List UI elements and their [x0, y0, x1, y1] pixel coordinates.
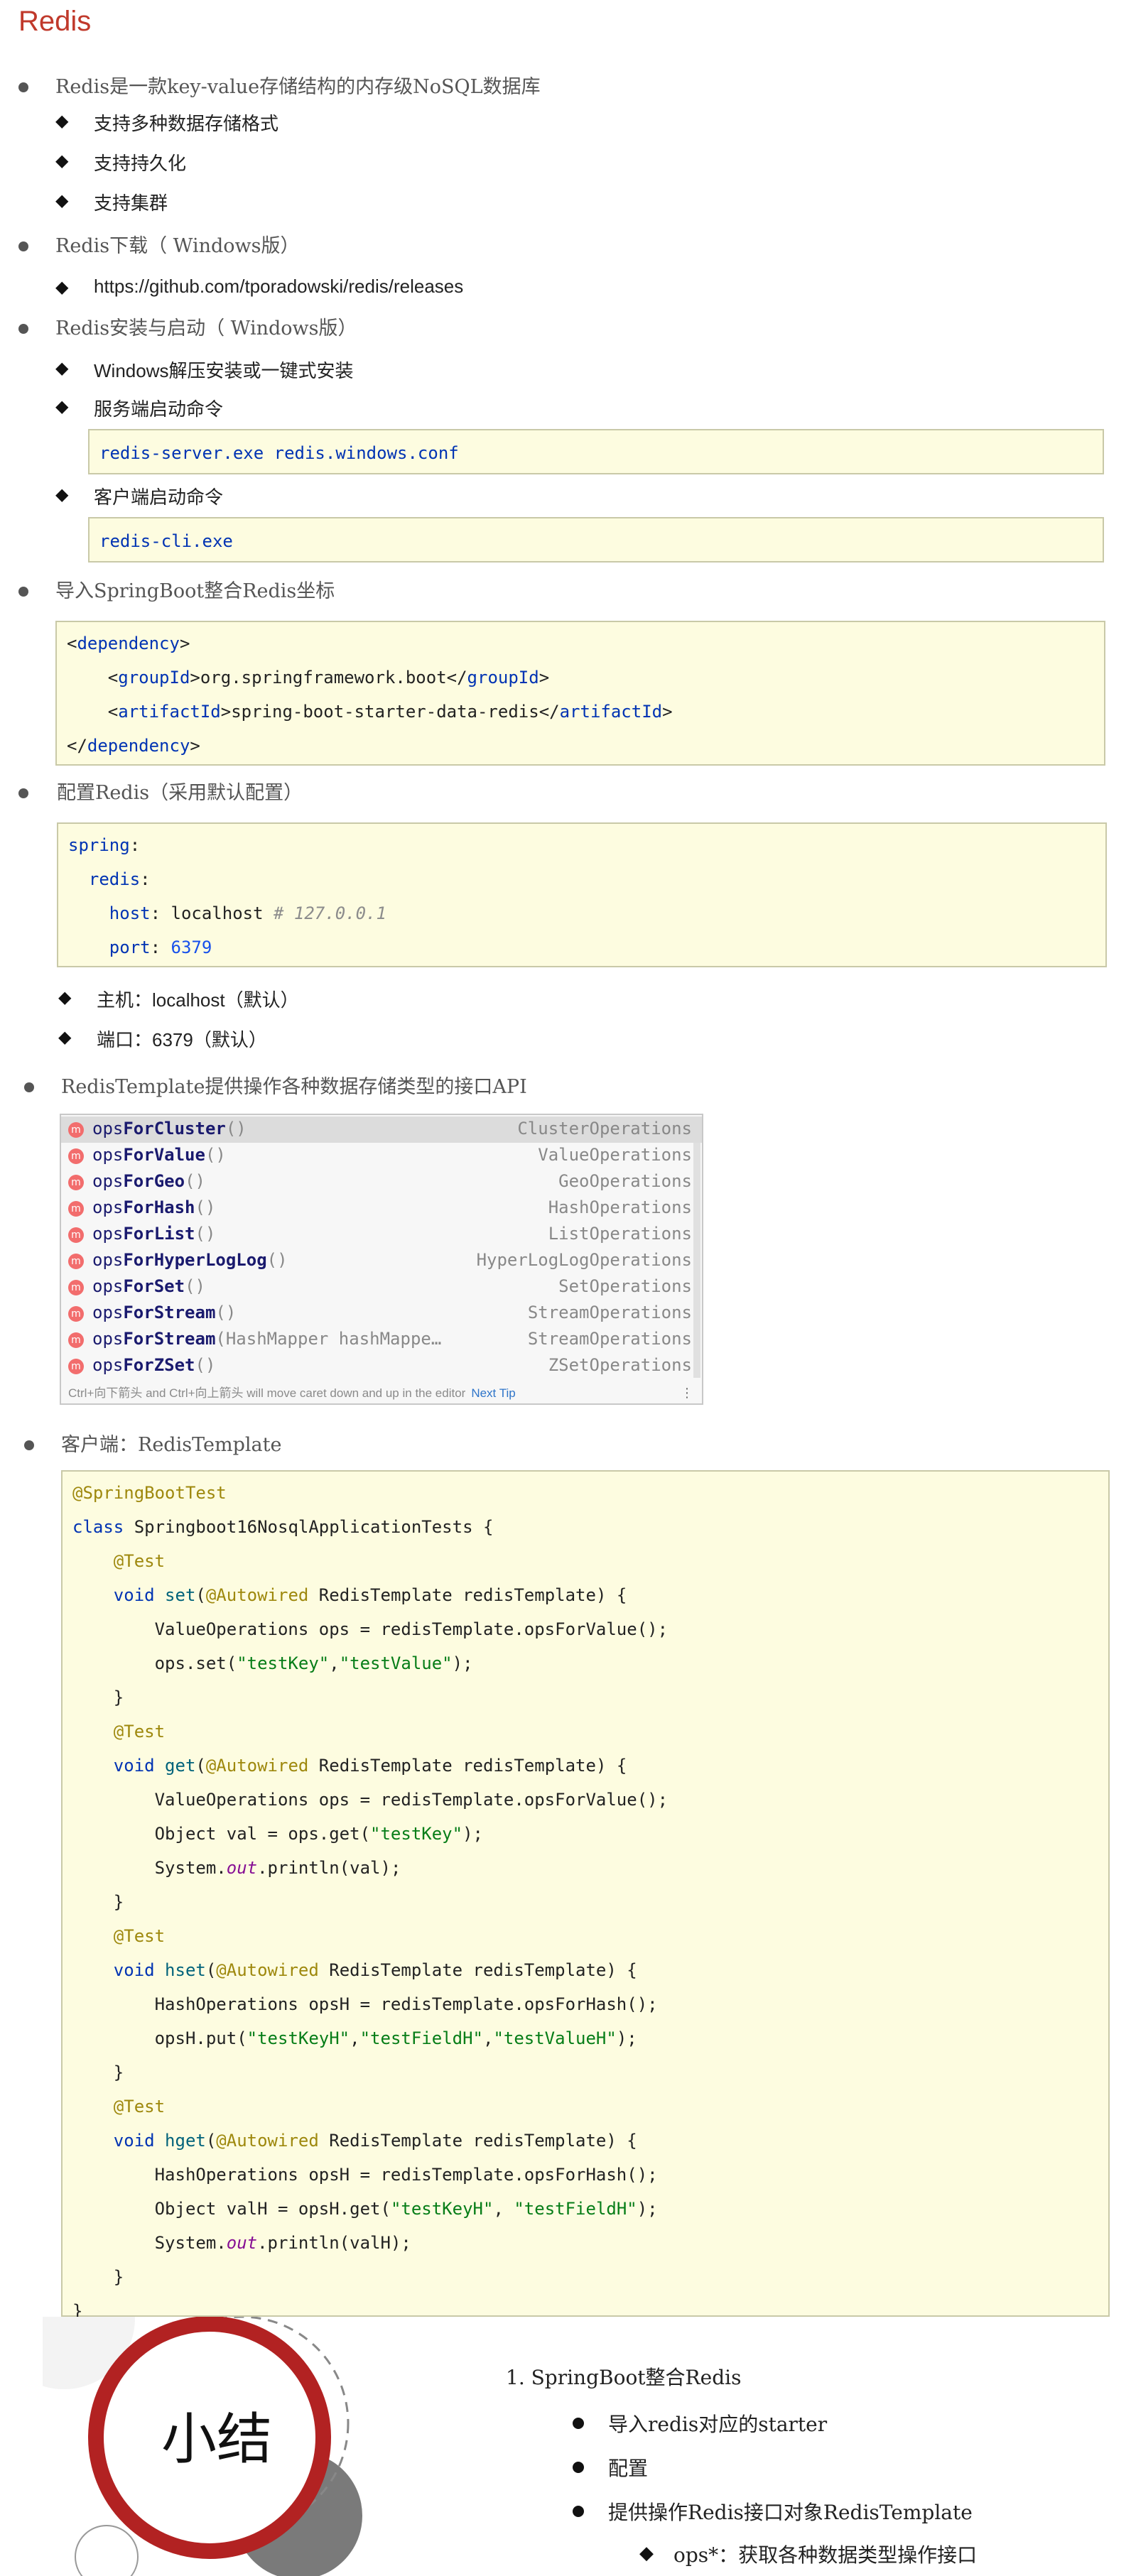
- method-icon: m: [68, 1280, 84, 1295]
- completion-item[interactable]: m opsForHyperLogLog() HyperLogLogOperation…: [61, 1248, 702, 1274]
- diamond-bullet: ◆: [55, 111, 69, 131]
- summary-badge-text: 小结: [161, 2408, 272, 2472]
- bullet-dot: [18, 788, 28, 798]
- completion-return-type: ValueOperations: [538, 1145, 692, 1165]
- completion-item[interactable]: m opsForGeo() GeoOperations: [61, 1169, 702, 1195]
- intro-heading: Redis是一款key-value存储结构的内存级NoSQL数据库: [55, 76, 541, 98]
- completion-item[interactable]: m opsForValue() ValueOperations: [61, 1143, 702, 1169]
- dependency-code: <dependency> <groupId>org.springframewor…: [67, 634, 673, 756]
- completion-method-name: opsForStream(): [92, 1303, 237, 1322]
- summary-title: 1. SpringBoot整合Redis: [506, 2366, 742, 2389]
- method-icon: m: [68, 1148, 84, 1164]
- bullet-dot: [18, 82, 28, 92]
- completion-return-type: ListOperations: [548, 1224, 692, 1244]
- method-icon: m: [68, 1254, 84, 1269]
- config-item: 主机：localhost（默认）: [97, 989, 299, 1011]
- server-command-box: redis-server.exe redis.windows.conf: [88, 429, 1104, 474]
- dependency-code-box: <dependency> <groupId>org.springframewor…: [55, 621, 1105, 766]
- download-heading: Redis下载（ Windows版）: [55, 235, 300, 257]
- method-icon: m: [68, 1201, 84, 1217]
- diamond-bullet: ◆: [55, 151, 69, 170]
- config-code: spring: redis: host: localhost # 127.0.0…: [68, 835, 386, 957]
- method-icon: m: [68, 1227, 84, 1243]
- completion-return-type: ClusterOperations: [517, 1119, 692, 1138]
- completion-return-type: SetOperations: [558, 1276, 692, 1296]
- method-icon: m: [68, 1332, 84, 1348]
- bullet-dot: [18, 587, 28, 597]
- bullet-dot: [18, 241, 28, 251]
- diamond-bullet: ◆: [55, 277, 69, 297]
- completion-method-name: opsForStream(HashMapper hashMappe…: [92, 1329, 442, 1349]
- completion-item[interactable]: m opsForSet() SetOperations: [61, 1274, 702, 1300]
- completion-return-type: StreamOperations: [527, 1303, 692, 1322]
- completion-method-name: opsForZSet(): [92, 1355, 216, 1375]
- client-code: @SpringBootTest class Springboot16NosqlA…: [72, 1483, 669, 2321]
- bullet-dot: [573, 2418, 584, 2429]
- method-icon: m: [68, 1359, 84, 1374]
- install-heading: Redis安装与启动（ Windows版）: [55, 317, 357, 339]
- method-icon: m: [68, 1306, 84, 1322]
- completion-item[interactable]: m opsForCluster() ClusterOperations: [61, 1116, 702, 1143]
- completion-method-name: opsForSet(): [92, 1276, 205, 1296]
- completion-method-name: opsForList(): [92, 1224, 216, 1244]
- completion-item[interactable]: m opsForHash() HashOperations: [61, 1195, 702, 1222]
- summary-item: 提供操作Redis接口对象RedisTemplate: [608, 2501, 973, 2524]
- completion-method-name: opsForCluster(): [92, 1119, 247, 1138]
- completion-return-type: GeoOperations: [558, 1171, 692, 1191]
- completion-method-name: opsForHyperLogLog(): [92, 1250, 288, 1270]
- intro-item: 支持持久化: [94, 153, 187, 174]
- config-code-box: spring: redis: host: localhost # 127.0.0…: [57, 822, 1107, 967]
- more-options-icon[interactable]: ⋮: [681, 1386, 693, 1401]
- diamond-bullet: ◆: [58, 987, 72, 1007]
- download-link[interactable]: https://github.com/tporadowski/redis/rel…: [94, 276, 463, 298]
- bullet-dot: [573, 2506, 584, 2517]
- summary-subitem: ops*：获取各种数据类型操作接口: [673, 2543, 978, 2567]
- bullet-dot: [18, 324, 28, 334]
- diamond-bullet: ◆: [55, 396, 69, 416]
- bullet-dot: [24, 1082, 34, 1092]
- bullet-dot: [573, 2462, 584, 2473]
- dependency-heading: 导入SpringBoot整合Redis坐标: [55, 580, 335, 602]
- diamond-bullet: ◆: [55, 190, 69, 210]
- completion-method-name: opsForGeo(): [92, 1171, 205, 1191]
- method-icon: m: [68, 1175, 84, 1190]
- completion-return-type: StreamOperations: [527, 1329, 692, 1349]
- diamond-bullet: ◆: [55, 358, 69, 378]
- page-title: Redis: [18, 6, 92, 37]
- completion-return-type: HyperLogLogOperations: [476, 1250, 692, 1270]
- completion-return-type: ZSetOperations: [548, 1355, 692, 1375]
- completion-item[interactable]: m opsForZSet() ZSetOperations: [61, 1353, 702, 1379]
- install-item: 客户端启动命令: [94, 487, 224, 508]
- diamond-bullet: ◆: [58, 1027, 72, 1047]
- method-icon: m: [68, 1122, 84, 1138]
- client-code-box: @SpringBootTest class Springboot16NosqlA…: [61, 1470, 1110, 2321]
- intro-item: 支持集群: [94, 192, 168, 214]
- completion-method-name: opsForValue(): [92, 1145, 226, 1165]
- completion-return-type: HashOperations: [548, 1197, 692, 1217]
- summary-item: 导入redis对应的starter: [608, 2413, 828, 2436]
- install-item: 服务端启动命令: [94, 398, 224, 420]
- code-completion-popup: m opsForCluster() ClusterOperations m opsFor…: [60, 1114, 703, 1405]
- completion-item[interactable]: m opsForList() ListOperations: [61, 1222, 702, 1248]
- install-item: Windows解压安装或一键式安装: [94, 360, 354, 381]
- client-heading: 客户端：RedisTemplate: [61, 1434, 282, 1456]
- api-heading: RedisTemplate提供操作各种数据存储类型的接口API: [61, 1076, 527, 1098]
- popup-footer-hint: Ctrl+向下箭头 and Ctrl+向上箭头 will move caret …: [68, 1386, 516, 1400]
- completion-item[interactable]: m opsForStream() StreamOperations: [61, 1300, 702, 1327]
- config-heading: 配置Redis（采用默认配置）: [57, 782, 303, 804]
- diamond-bullet: ◆: [55, 484, 69, 504]
- completion-item[interactable]: m opsForStream(HashMapper hashMappe… Strea…: [61, 1327, 702, 1353]
- config-item: 端口：6379（默认）: [97, 1029, 267, 1050]
- intro-item: 支持多种数据存储格式: [94, 113, 279, 134]
- client-command-box: redis-cli.exe: [88, 517, 1104, 563]
- client-command: redis-cli.exe: [99, 531, 233, 551]
- decor-circle-small: [75, 2525, 139, 2576]
- diamond-bullet: ◆: [639, 2543, 654, 2564]
- next-tip-link[interactable]: Next Tip: [471, 1386, 515, 1400]
- bullet-dot: [24, 1440, 34, 1450]
- completion-method-name: opsForHash(): [92, 1197, 216, 1217]
- server-command: redis-server.exe redis.windows.conf: [99, 443, 459, 463]
- summary-item: 配置: [608, 2457, 649, 2480]
